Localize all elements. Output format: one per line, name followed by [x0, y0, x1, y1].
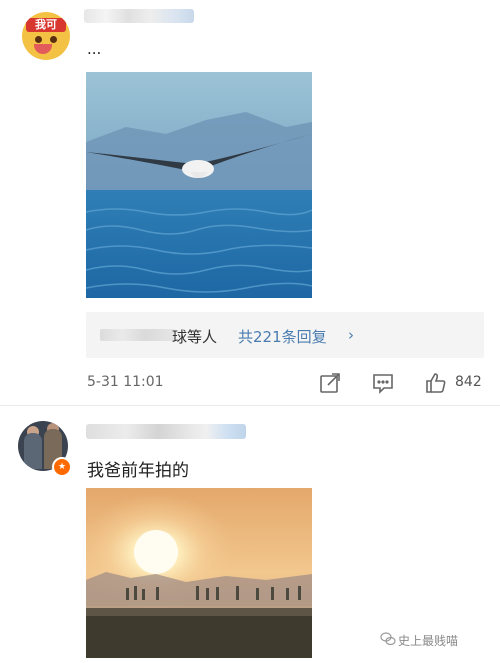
comment-icon[interactable]: [372, 372, 394, 394]
sunset-photo: [86, 488, 312, 658]
avatar-mouth: [34, 44, 52, 54]
avatar-eye: [35, 36, 42, 43]
wechat-icon: [380, 631, 396, 647]
reply-names-suffix: 球等人: [172, 328, 218, 346]
replies-summary[interactable]: 球等人 共221条回复 ›: [86, 312, 484, 358]
chevron-right-icon: ›: [348, 326, 354, 344]
reply-count-link[interactable]: 共221条回复: [238, 326, 327, 347]
avatar-eye: [50, 36, 57, 43]
avatar-figure: [24, 433, 42, 469]
share-icon[interactable]: [319, 372, 341, 394]
like-count: 842: [455, 374, 482, 390]
comment-timestamp: 5-31 11:01: [87, 374, 164, 390]
comment-text: ...: [87, 40, 102, 58]
avatar[interactable]: 我可: [22, 12, 70, 60]
username-blurred[interactable]: [86, 424, 246, 439]
thumbs-up-icon[interactable]: [425, 372, 447, 394]
reply-names-blurred: [100, 329, 175, 341]
divider: [0, 405, 500, 406]
watermark-text: 史上最贱喵: [398, 634, 459, 648]
seabird-photo: [86, 72, 312, 298]
username-blurred[interactable]: [84, 9, 194, 23]
comment-text: 我爸前年拍的: [87, 461, 189, 481]
verified-badge-icon: ★: [52, 457, 72, 477]
comment-image-seabird[interactable]: [86, 72, 312, 298]
comment-image-sunset[interactable]: [86, 488, 312, 658]
avatar-badge-text: 我可: [26, 18, 66, 32]
